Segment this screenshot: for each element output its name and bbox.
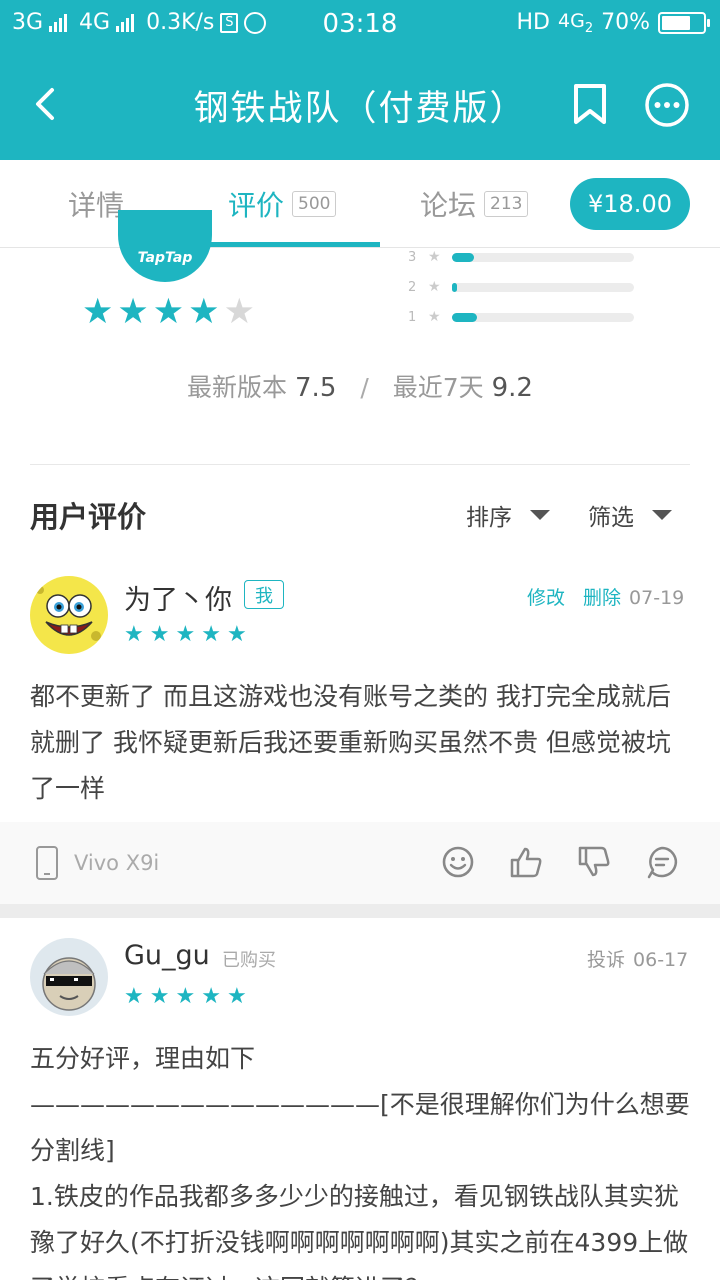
device-name: Vivo X9i: [74, 851, 160, 875]
version-scores: 最新版本 7.5 / 最近7天 9.2: [0, 368, 720, 404]
me-badge: 我: [244, 580, 284, 609]
review-separator: [0, 904, 720, 918]
tab-forum[interactable]: 论坛 213: [420, 160, 529, 248]
avatar[interactable]: [30, 938, 108, 1016]
tab-reviews[interactable]: 评价 500: [228, 160, 337, 248]
rating-dist-row-2: 2 ★: [408, 279, 634, 295]
star-icon: ★: [226, 984, 247, 1009]
rating-dist-bar: [452, 312, 634, 322]
star-icon: ★: [226, 622, 247, 647]
cartoon-face-avatar-icon: [30, 938, 108, 1016]
review-actions: 修改 删除 07-19: [527, 583, 684, 610]
score-separator: /: [360, 373, 369, 402]
review-text-line: ——————————————[不是很理解你们为什么想要分割线]: [30, 1090, 690, 1165]
rating-dist-row-1: 1 ★: [408, 309, 634, 325]
sort-dropdown[interactable]: 排序: [466, 498, 550, 532]
avatar[interactable]: [30, 576, 108, 654]
comment-icon[interactable]: [644, 844, 680, 880]
taptap-logo-text: TapTap: [137, 250, 193, 266]
user-reviews-title: 用户评价: [30, 500, 147, 534]
star-icon: ★: [152, 292, 185, 332]
spongebob-avatar-icon: [30, 576, 108, 654]
recent-label: 最近7天: [392, 373, 484, 402]
star-icon: ★: [428, 279, 441, 295]
hd-indicator: HD: [516, 10, 550, 36]
phone-icon: [36, 846, 58, 880]
thumbs-up-icon[interactable]: [508, 844, 544, 880]
tab-forum-label: 论坛: [420, 189, 477, 222]
star-icon: ★: [201, 984, 221, 1009]
edit-link[interactable]: 修改: [527, 587, 565, 609]
tab-details[interactable]: 详情: [68, 160, 124, 248]
review-date: 07-19: [629, 587, 685, 609]
filter-label: 筛选: [588, 505, 634, 531]
emoji-reaction-icon[interactable]: [440, 844, 476, 880]
rating-dist-bar: [452, 252, 634, 262]
star-icon: ★: [223, 292, 255, 332]
star-icon: ★: [149, 984, 170, 1009]
caret-down-icon: [530, 510, 550, 520]
report-link[interactable]: 投诉: [587, 949, 625, 971]
status-right: HD 4G2 70%: [516, 10, 710, 36]
star-icon: ★: [201, 622, 221, 647]
tab-reviews-label: 评价: [228, 189, 285, 222]
star-icon: ★: [82, 292, 114, 332]
review-username[interactable]: 为了丶你: [124, 578, 232, 617]
active-tab-indicator: [190, 242, 380, 247]
star-icon: ★: [428, 309, 441, 325]
recent-score: 9.2: [491, 373, 533, 403]
latest-version-score: 7.5: [295, 373, 337, 403]
filter-dropdown[interactable]: 筛选: [588, 498, 672, 532]
battery-icon: [658, 11, 710, 34]
more-options-icon[interactable]: [644, 82, 690, 128]
tab-details-label: 详情: [68, 189, 125, 222]
review-text: 都不更新了 而且这游戏也没有账号之类的 我打完全成就后就删了 我怀疑更新后我还要…: [30, 682, 671, 803]
review-actions: 投诉 06-17: [587, 945, 688, 972]
star-icon: ★: [117, 292, 149, 332]
purchased-badge: 已购买: [222, 950, 276, 971]
caret-down-icon: [652, 510, 672, 520]
star-icon: ★: [124, 984, 144, 1009]
review-star-rating: ★ ★ ★ ★ ★: [124, 624, 247, 646]
rating-dist-label: 3: [408, 249, 417, 265]
review-text-line: 五分好评，理由如下: [30, 1044, 256, 1073]
rating-dist-label: 1: [408, 309, 417, 325]
overall-star-rating: ★ ★ ★ ★ ★: [82, 294, 255, 330]
net-indicator: 4G2: [558, 10, 594, 36]
device-info: Vivo X9i: [36, 846, 159, 880]
star-icon: ★: [175, 622, 196, 647]
status-bar: 3G 4G 0.3K/s S 03:18 HD 4G2 70%: [0, 0, 720, 48]
title-bar: 钢铁战队（付费版）: [0, 48, 720, 160]
star-icon: ★: [124, 622, 144, 647]
review-star-rating: ★ ★ ★ ★ ★: [124, 986, 247, 1008]
rating-dist-row-3: 3 ★: [408, 249, 634, 265]
star-icon: ★: [149, 622, 170, 647]
star-icon: ★: [175, 984, 196, 1009]
thumbs-down-icon[interactable]: [576, 844, 612, 880]
latest-version-label: 最新版本: [187, 373, 288, 402]
tab-reviews-count: 500: [292, 191, 337, 217]
sort-label: 排序: [466, 505, 512, 531]
delete-link[interactable]: 删除: [583, 587, 621, 609]
review-footer: Vivo X9i: [0, 822, 720, 904]
bookmark-icon[interactable]: [570, 82, 610, 126]
review-text-line: 1.铁皮的作品我都多多少少的接触过，看见钢铁战队其实犹豫了好久(不打折没钱啊啊啊…: [30, 1182, 689, 1280]
page-title: 钢铁战队（付费版）: [193, 89, 527, 129]
review-text: 五分好评，理由如下 ——————————————[不是很理解你们为什么想要分割线…: [30, 1036, 694, 1280]
tab-forum-count: 213: [484, 191, 529, 217]
rating-dist-bar: [452, 282, 634, 292]
review-date: 06-17: [633, 949, 689, 971]
star-icon: ★: [188, 292, 220, 332]
star-icon: ★: [428, 249, 441, 265]
rating-dist-label: 2: [408, 279, 417, 295]
battery-percent: 70%: [601, 10, 650, 36]
price-button[interactable]: ¥18.00: [570, 178, 690, 230]
divider: [30, 464, 690, 465]
review-username[interactable]: Gu_gu: [124, 940, 210, 971]
